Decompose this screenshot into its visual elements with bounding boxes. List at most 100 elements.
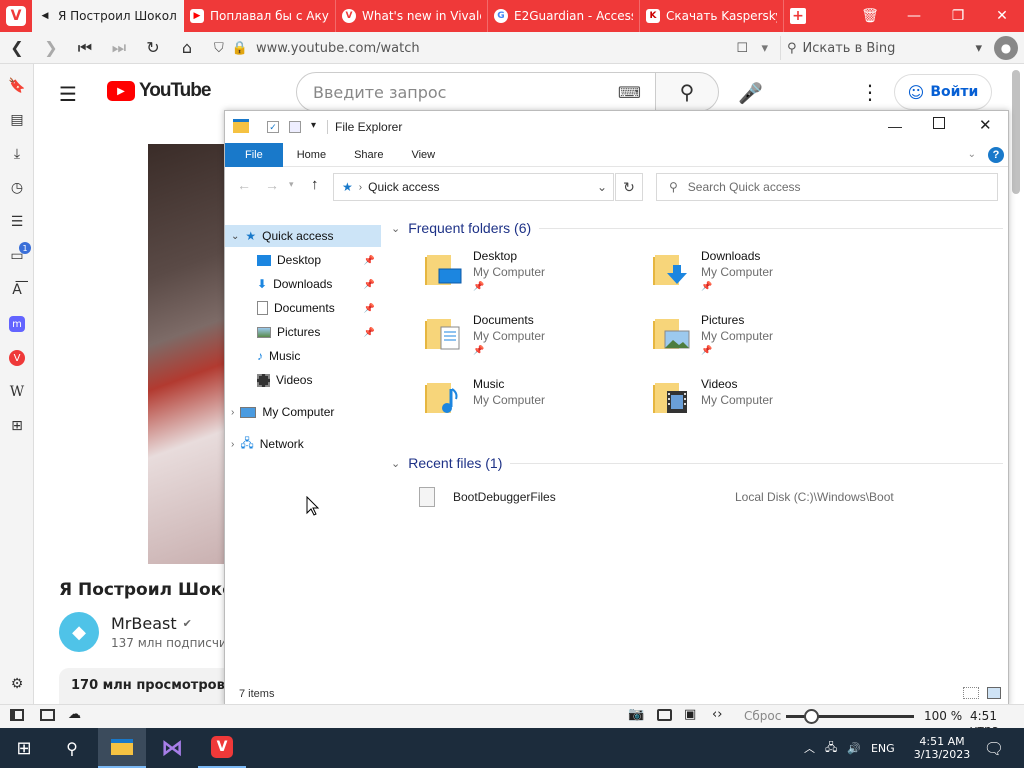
voice-search-button[interactable]: 🎤: [738, 81, 763, 105]
image-icon[interactable]: ▣: [684, 707, 696, 722]
camera-icon[interactable]: 📷: [628, 707, 644, 722]
tab-2[interactable]: V What's new in Vivaldi: [336, 0, 488, 32]
signin-button[interactable]: ☺ Войти: [894, 74, 992, 110]
settings-button[interactable]: ⚙: [5, 672, 29, 696]
fast-forward-button[interactable]: ⏭: [102, 32, 136, 64]
home-button[interactable]: ⌂: [170, 32, 204, 64]
youtube-search-input[interactable]: Введите запрос ⌨: [296, 72, 656, 112]
chevron-down-icon[interactable]: ▾: [975, 41, 982, 56]
keyboard-icon[interactable]: ⌨: [618, 83, 641, 102]
fe-refresh-button[interactable]: ↻: [615, 173, 643, 201]
zoom-slider-thumb[interactable]: [804, 709, 819, 724]
rewind-button[interactable]: ⏮: [68, 32, 102, 64]
folder-tile-pictures[interactable]: Pictures My Computer 📌: [653, 309, 873, 369]
bookmark-icon[interactable]: ☐: [736, 41, 748, 56]
ribbon-expand-icon[interactable]: ⌄: [968, 149, 976, 160]
tree-item-documents[interactable]: Documents 📌: [257, 297, 381, 319]
translate-panel-button[interactable]: A͞: [5, 278, 29, 302]
taskbar-file-explorer[interactable]: [98, 728, 146, 768]
history-panel-button[interactable]: ◷: [5, 176, 29, 200]
ribbon-tab-view[interactable]: View: [397, 143, 449, 167]
more-button[interactable]: ⋮: [860, 80, 880, 104]
chevron-down-icon[interactable]: ▾: [761, 41, 768, 56]
video-player[interactable]: [148, 144, 228, 564]
zoom-reset-button[interactable]: Сброс: [744, 709, 781, 723]
network-icon[interactable]: 🖧: [825, 739, 837, 758]
fe-maximize-button[interactable]: [933, 117, 945, 129]
tree-item-videos[interactable]: Videos: [257, 369, 381, 391]
ribbon-tab-share[interactable]: Share: [340, 143, 397, 167]
vivaldi-panel-button[interactable]: V: [5, 346, 29, 370]
tree-item-music[interactable]: ♪ Music: [257, 345, 381, 367]
folder-tile-documents[interactable]: Documents My Computer 📌: [425, 309, 645, 369]
wikipedia-panel-button[interactable]: W: [5, 380, 29, 404]
folder-tile-music[interactable]: Music My Computer: [425, 373, 645, 433]
details-view-icon[interactable]: [963, 687, 979, 699]
profile-button[interactable]: ●: [994, 36, 1018, 60]
fe-address-bar[interactable]: ★ › Quick access ⌄: [333, 173, 614, 201]
back-button[interactable]: ❮: [0, 32, 34, 64]
fe-close-button[interactable]: ✕: [979, 116, 992, 134]
youtube-search-button[interactable]: ⚲: [655, 72, 719, 112]
reading-list-button[interactable]: ▤: [5, 108, 29, 132]
menu-button[interactable]: ☰: [59, 82, 77, 106]
tree-quick-access[interactable]: ⌄ ★ Quick access: [225, 225, 381, 247]
new-folder-icon[interactable]: [289, 121, 301, 133]
cloud-sync-icon[interactable]: ☁: [68, 707, 81, 722]
fe-up-button[interactable]: ↑: [311, 176, 319, 193]
tab-tiling-icon[interactable]: [40, 709, 55, 721]
tree-item-downloads[interactable]: ⬇ Downloads 📌: [257, 273, 381, 295]
action-center-button[interactable]: 🗨: [970, 728, 1018, 768]
code-icon[interactable]: ‹›: [712, 707, 722, 722]
chevron-up-icon[interactable]: ︿: [804, 740, 815, 756]
reload-button[interactable]: ↻: [136, 32, 170, 64]
minimize-button[interactable]: —: [892, 0, 936, 32]
tiling-icon[interactable]: [657, 709, 672, 721]
large-icons-view-icon[interactable]: [987, 687, 1001, 699]
fe-forward-button[interactable]: →: [265, 177, 279, 193]
recent-file-row[interactable]: BootDebuggerFiles Local Disk (C:)\Window…: [415, 487, 915, 509]
channel-name-row[interactable]: MrBeast ✔: [111, 614, 192, 633]
help-icon[interactable]: ?: [988, 146, 1004, 163]
bookmarks-panel-button[interactable]: 🔖: [5, 74, 29, 98]
folder-tile-videos[interactable]: Videos My Computer: [653, 373, 873, 433]
start-button[interactable]: ⊞: [0, 728, 48, 768]
ribbon-tab-home[interactable]: Home: [283, 143, 340, 167]
page-scrollbar[interactable]: [1012, 70, 1020, 194]
language-indicator[interactable]: ENG: [871, 742, 895, 755]
quick-access-dropdown-icon[interactable]: ▾: [311, 120, 316, 131]
checkbox-icon[interactable]: ✓: [267, 121, 279, 133]
panel-toggle-icon[interactable]: [10, 709, 24, 721]
add-panel-button[interactable]: ⊞: [5, 414, 29, 438]
chevron-down-icon[interactable]: ⌄: [597, 180, 607, 194]
recent-locations-icon[interactable]: ▾: [289, 179, 294, 190]
maximize-button[interactable]: ❐: [936, 0, 980, 32]
downloads-panel-button[interactable]: ⤓: [5, 142, 29, 166]
taskbar-clock[interactable]: 4:51 AM 3/13/2023: [912, 728, 972, 768]
tab-3[interactable]: G E2Guardian - Access D: [488, 0, 640, 32]
search-field[interactable]: ⚲ Искать в Bing ▾: [780, 36, 988, 60]
tab-1[interactable]: ▶ Поплавал бы с Акула: [184, 0, 336, 32]
tab-0[interactable]: ◀ Я Построил Шоколад: [32, 0, 184, 32]
fe-search-input[interactable]: ⚲ Search Quick access: [656, 173, 998, 201]
taskbar-search-button[interactable]: ⚲: [48, 728, 96, 768]
tab-4[interactable]: K Скачать Kaspersky Se: [640, 0, 784, 32]
channel-avatar[interactable]: ◆: [59, 612, 99, 652]
new-tab-button[interactable]: +: [784, 0, 812, 32]
vivaldi-menu-button[interactable]: V: [0, 0, 32, 32]
tree-item-pictures[interactable]: Pictures 📌: [257, 321, 381, 343]
fe-minimize-button[interactable]: —: [888, 118, 902, 134]
folder-tile-desktop[interactable]: Desktop My Computer 📌: [425, 245, 645, 305]
trash-button[interactable]: 🗑: [848, 0, 892, 32]
tree-my-computer[interactable]: › My Computer: [231, 401, 381, 423]
folder-tile-downloads[interactable]: Downloads My Computer 📌: [653, 245, 873, 305]
volume-icon[interactable]: 🔊: [847, 742, 861, 755]
taskbar-vivaldi[interactable]: V: [198, 728, 246, 768]
forward-button[interactable]: ❯: [34, 32, 68, 64]
youtube-logo[interactable]: ▶ YouTube: [107, 80, 211, 102]
tree-item-desktop[interactable]: Desktop 📌: [257, 249, 381, 271]
notes-panel-button[interactable]: ☰: [5, 210, 29, 234]
frequent-folders-header[interactable]: ⌄ Frequent folders (6): [391, 217, 1003, 239]
recent-files-header[interactable]: ⌄ Recent files (1): [391, 452, 1003, 474]
tree-network[interactable]: › 🖧 Network: [231, 433, 381, 455]
